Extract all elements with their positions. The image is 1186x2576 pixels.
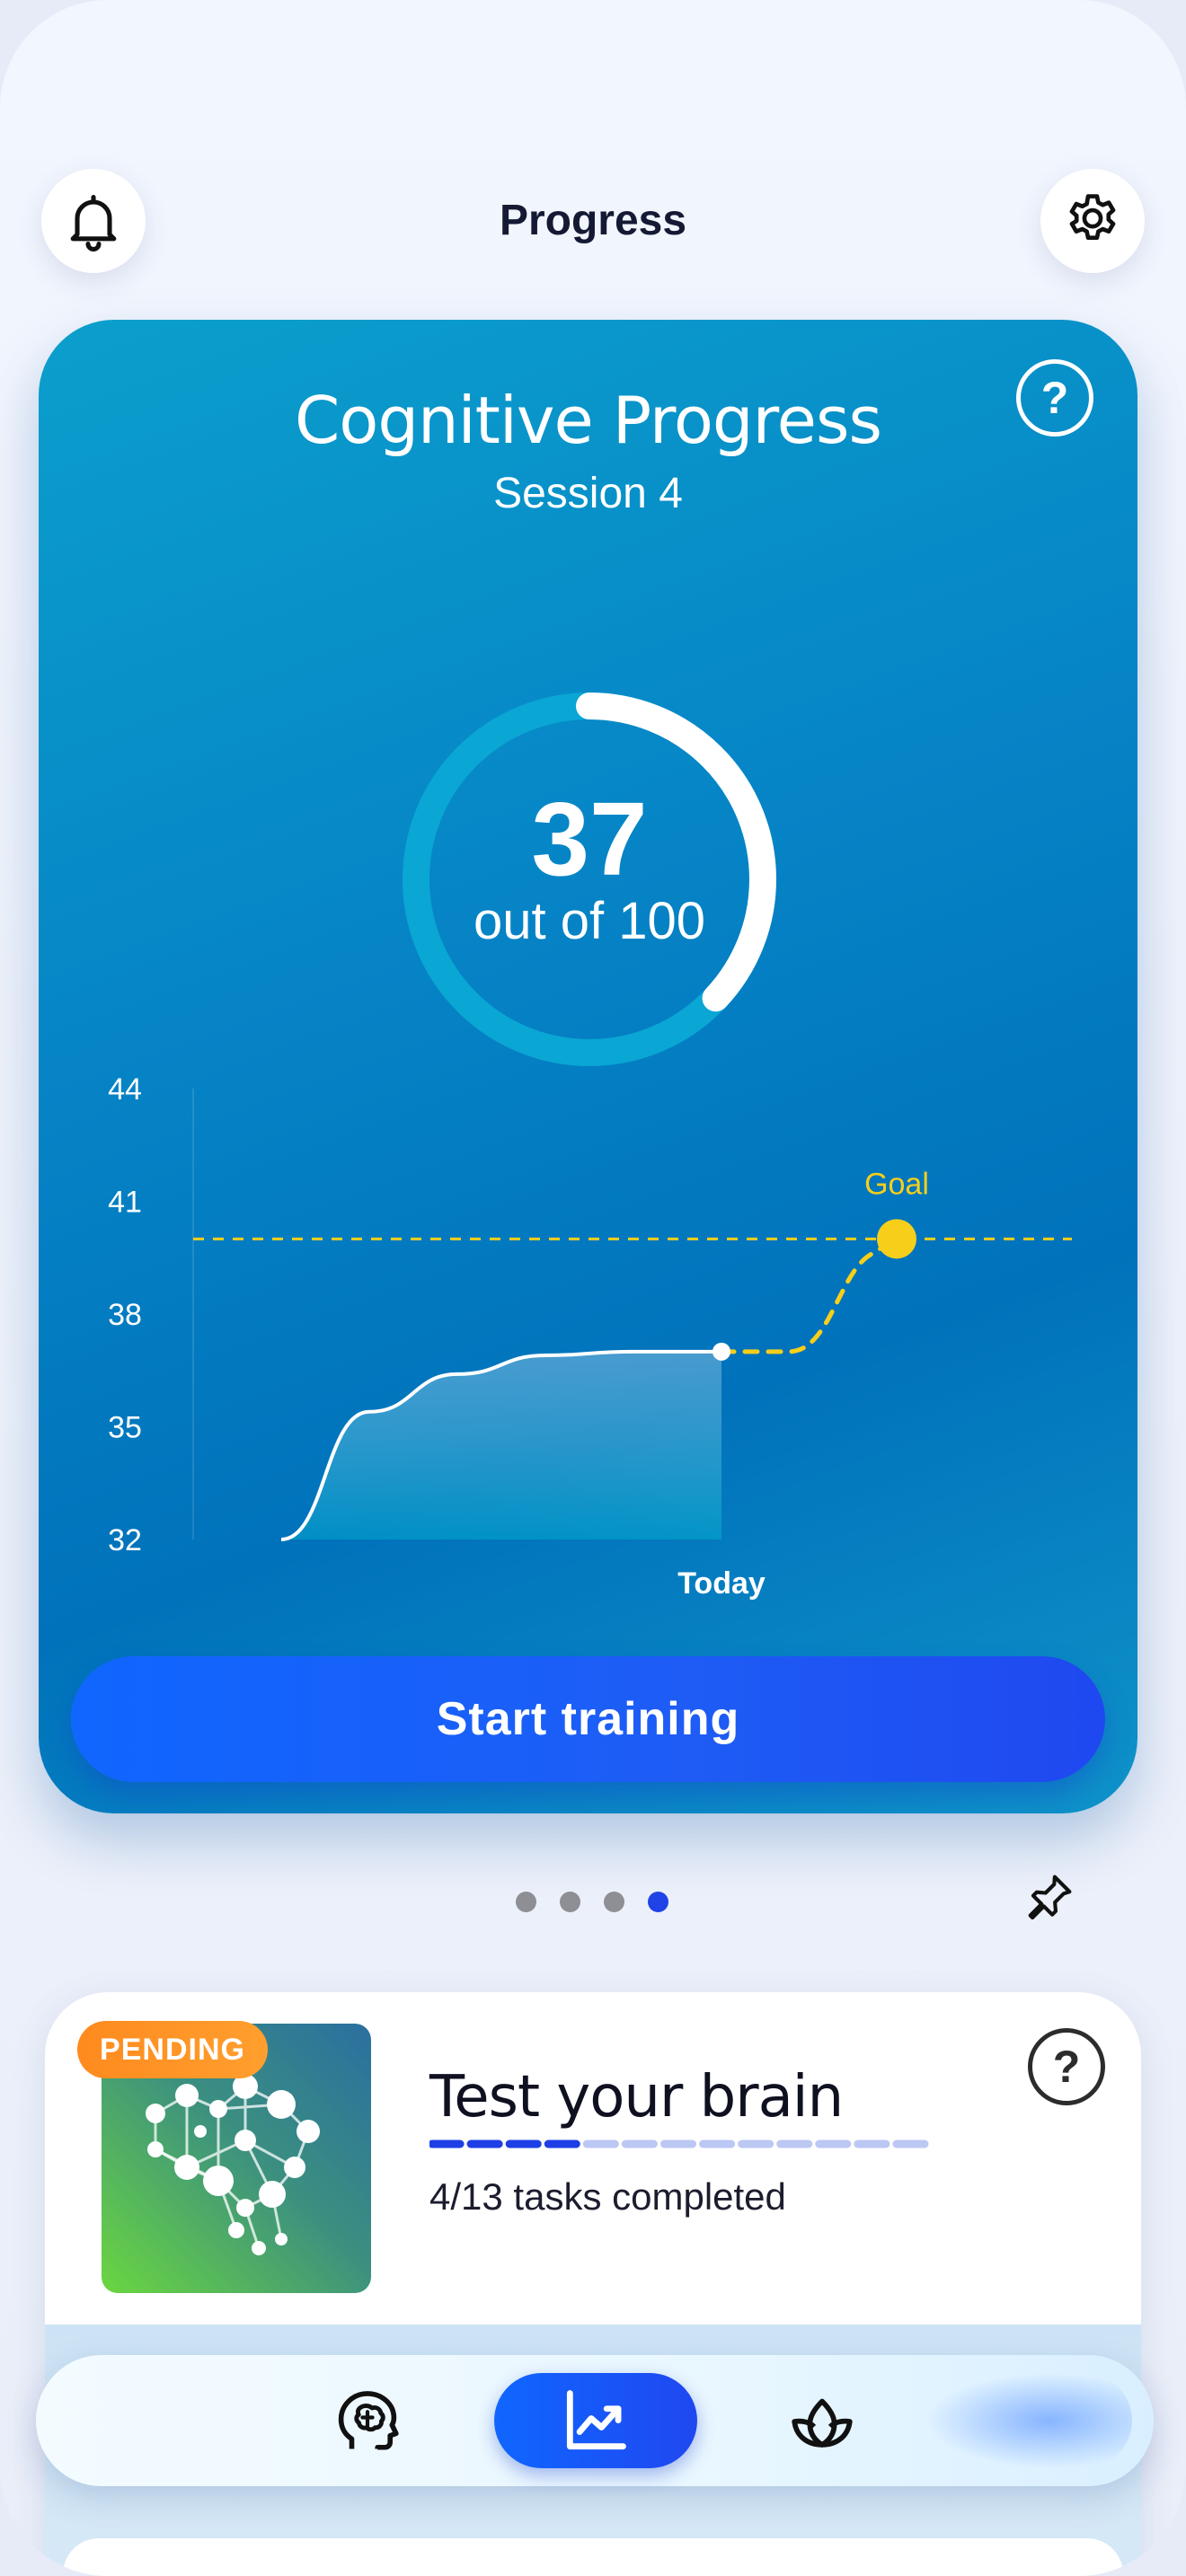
progress-chart: 44 41 38 35 32 Goal Today: [108, 1072, 1072, 1601]
goal-label: Goal: [864, 1167, 929, 1201]
task-help-button[interactable]: ?: [1028, 2028, 1105, 2105]
settings-button[interactable]: [1040, 169, 1145, 273]
lotus-icon: [792, 2398, 853, 2448]
progress-area: [281, 1351, 721, 1539]
task-count: 4/13 tasks completed: [429, 2175, 786, 2218]
cognitive-progress-card: Cognitive Progress Session 4 ? 37 out of…: [39, 320, 1137, 1813]
today-point: [712, 1342, 730, 1361]
nav-tab-progress[interactable]: [494, 2373, 697, 2468]
carousel-dot[interactable]: [648, 1892, 668, 1912]
task-progress-bar: [429, 2139, 929, 2148]
task-title: Test your brain: [429, 2064, 844, 2130]
gear-icon: [1069, 194, 1116, 240]
test-your-brain-card[interactable]: PENDING Test your brain 4/13 tasks compl…: [45, 1992, 1141, 2576]
carousel-dot[interactable]: [560, 1892, 580, 1912]
y-tick-label: 35: [108, 1411, 142, 1445]
y-tick-label: 41: [108, 1186, 142, 1220]
start-training-button[interactable]: Start training: [71, 1656, 1105, 1782]
goal-point: [877, 1219, 916, 1259]
y-tick-label: 32: [108, 1523, 142, 1557]
nav-tab-brain[interactable]: [320, 2373, 415, 2468]
y-tick-label: 38: [108, 1298, 142, 1332]
next-card-peek: [63, 2538, 1123, 2576]
nav-glow-decoration: [925, 2373, 1132, 2468]
today-label: Today: [677, 1566, 766, 1601]
carousel-indicator: [516, 1892, 668, 1912]
question-icon: ?: [1052, 2042, 1081, 2092]
y-tick-label: 44: [108, 1072, 142, 1107]
carousel-dot[interactable]: [516, 1892, 536, 1912]
page-title: Progress: [499, 197, 687, 244]
projection-line: [719, 1236, 899, 1354]
pin-icon: [1028, 1875, 1072, 1920]
brain-head-icon: [338, 2391, 399, 2450]
bottom-navigation: [36, 2355, 1154, 2486]
pending-badge: PENDING: [77, 2021, 268, 2078]
nav-tab-wellness[interactable]: [774, 2373, 870, 2468]
pin-button[interactable]: [1019, 1868, 1078, 1932]
carousel-dot[interactable]: [604, 1892, 624, 1912]
app-screen: Progress Cognitive Progress Session 4 ? …: [0, 0, 1186, 2576]
chart-trend-icon: [566, 2390, 626, 2450]
